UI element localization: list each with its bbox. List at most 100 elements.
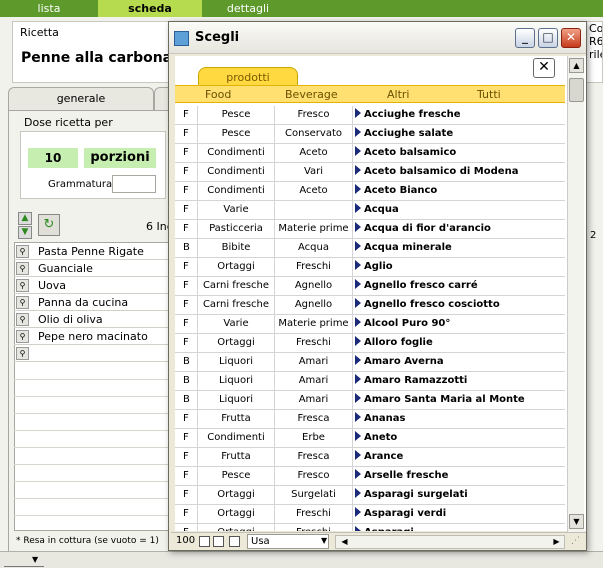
scroll-left-icon[interactable]: ◀	[338, 536, 351, 548]
table-row[interactable]: B Liquori Amari Amaro Santa Maria al Monte	[175, 391, 565, 410]
maximize-icon[interactable]: □	[538, 28, 558, 48]
footer-select[interactable]: Usa	[247, 534, 329, 549]
table-row[interactable]: ⚲ Pasta Penne Rigate	[14, 243, 174, 260]
row-product-name[interactable]: Arance	[353, 448, 565, 466]
row-product-name[interactable]: Acciughe fresche	[353, 106, 565, 124]
category-altri[interactable]: Altri	[387, 88, 409, 101]
row-type: F	[175, 505, 198, 523]
magnifier-icon[interactable]: ⚲	[16, 262, 29, 275]
move-up-icon[interactable]: ▲	[18, 212, 32, 225]
table-row[interactable]: ⚲	[14, 345, 174, 362]
table-row[interactable]: F Pesce Fresco Acciughe fresche	[175, 106, 565, 125]
table-row[interactable]: F Condimenti Vari Aceto balsamico di Modena	[175, 163, 565, 182]
tab-dettagli[interactable]: dettagli	[202, 0, 294, 17]
move-down-icon[interactable]: ▼	[18, 226, 32, 239]
row-product-name[interactable]: Ananas	[353, 410, 565, 428]
chevron-down-icon[interactable]: ▼	[321, 536, 327, 545]
row-product-name[interactable]: Aceto Bianco	[353, 182, 565, 200]
table-row[interactable]: F Pesce Conservato Acciughe salate	[175, 125, 565, 144]
zoom-level[interactable]: 100	[176, 535, 195, 546]
zoom-in-icon[interactable]	[213, 536, 224, 547]
tab-generale[interactable]: generale	[8, 87, 154, 111]
row-product-name[interactable]: Amaro Averna	[353, 353, 565, 371]
row-product-name[interactable]: Aglio	[353, 258, 565, 276]
table-row[interactable]: F Ortaggi Freschi Asparagi verdi	[175, 505, 565, 524]
table-row[interactable]: F Ortaggi Surgelati Asparagi surgelati	[175, 486, 565, 505]
minimize-icon[interactable]: _	[515, 28, 535, 48]
row-product-name[interactable]: Aneto	[353, 429, 565, 447]
table-row[interactable]: F Ortaggi Freschi Aglio	[175, 258, 565, 277]
magnifier-icon[interactable]: ⚲	[16, 296, 29, 309]
table-row[interactable]: B Bibite Acqua Acqua minerale	[175, 239, 565, 258]
table-row[interactable]: ⚲ Olio di oliva	[14, 311, 174, 328]
table-row[interactable]: F Pesce Fresco Arselle fresche	[175, 467, 565, 486]
row-product-name[interactable]: Asparagi verdi	[353, 505, 565, 523]
table-row[interactable]: B Liquori Amari Amaro Ramazzotti	[175, 372, 565, 391]
row-product-name[interactable]: Acqua minerale	[353, 239, 565, 257]
row-product-name[interactable]: Amaro Ramazzotti	[353, 372, 565, 390]
table-row[interactable]: F Varie Acqua	[175, 201, 565, 220]
table-row[interactable]: F Ortaggi Freschi Alloro foglie	[175, 334, 565, 353]
magnifier-icon[interactable]: ⚲	[16, 347, 29, 360]
table-row[interactable]: ⚲ Guanciale	[14, 260, 174, 277]
table-row[interactable]: F Frutta Fresca Arance	[175, 448, 565, 467]
close-icon[interactable]: ✕	[561, 28, 581, 48]
row-product-name[interactable]: Arselle fresche	[353, 467, 565, 485]
row-product-name[interactable]: Alloro foglie	[353, 334, 565, 352]
row-product-name[interactable]: Amaro Santa Maria al Monte	[353, 391, 565, 409]
row-product-name[interactable]: Alcool Puro 90°	[353, 315, 565, 333]
horizontal-scrollbar[interactable]: ◀ ▶	[335, 535, 565, 549]
resize-grip-icon[interactable]: ⋰	[571, 536, 583, 548]
table-row[interactable]: ⚲ Pepe nero macinato	[14, 328, 174, 345]
scroll-thumb[interactable]	[569, 78, 584, 102]
category-tutti[interactable]: Tutti	[477, 88, 501, 101]
panel-close-button[interactable]: ✕	[533, 58, 555, 78]
magnifier-icon[interactable]: ⚲	[16, 279, 29, 292]
table-row[interactable]: F Carni fresche Agnello Agnello fresco cosc…	[175, 296, 565, 315]
table-row[interactable]: ⚲ Panna da cucina	[14, 294, 174, 311]
table-row[interactable]: F Varie Materie prime Alcool Puro 90°	[175, 315, 565, 334]
row-product-name[interactable]: Acciughe salate	[353, 125, 565, 143]
row-product-name[interactable]: Aceto balsamico di Modena	[353, 163, 565, 181]
vertical-scrollbar[interactable]: ▲ ▼	[567, 56, 584, 532]
table-row[interactable]: B Liquori Amari Amaro Averna	[175, 353, 565, 372]
table-row[interactable]: FOrtaggiFreschi Asparagi ...	[175, 524, 565, 531]
row-product-name[interactable]: Asparagi ...	[353, 524, 565, 531]
grammatura-input[interactable]	[112, 175, 156, 193]
magnifier-icon[interactable]: ⚲	[16, 313, 29, 326]
zoom-out-icon[interactable]	[199, 536, 210, 547]
tab-lista[interactable]: lista	[0, 0, 98, 17]
row-product-name[interactable]: Acqua	[353, 201, 565, 219]
table-row[interactable]: F Condimenti Aceto Aceto Bianco	[175, 182, 565, 201]
scroll-right-icon[interactable]: ▶	[550, 536, 563, 548]
ricetta-name[interactable]: Penne alla carbonara	[21, 50, 188, 66]
row-food-category: Ortaggi	[198, 258, 275, 276]
row-product-name[interactable]: Agnello fresco carré	[353, 277, 565, 295]
magnifier-icon[interactable]: ⚲	[16, 245, 29, 258]
row-product-name[interactable]: Aceto balsamico	[353, 144, 565, 162]
row-product-name[interactable]: Acqua di fior d'arancio	[353, 220, 565, 238]
magnifier-icon[interactable]: ⚲	[16, 330, 29, 343]
category-food[interactable]: Food	[205, 88, 231, 101]
table-row[interactable]: F Pasticceria Materie prime Acqua di fior d…	[175, 220, 565, 239]
tab-scheda[interactable]: scheda	[98, 0, 202, 17]
chevron-down-icon[interactable]: ▼	[32, 555, 38, 564]
row-product-name[interactable]: Asparagi surgelati	[353, 486, 565, 504]
scroll-down-icon[interactable]: ▼	[569, 514, 584, 529]
row-subcategory: Amari	[275, 372, 353, 390]
product-name-text: Aneto	[364, 432, 398, 443]
table-row[interactable]: ⚲ Uova	[14, 277, 174, 294]
table-row[interactable]: F Condimenti Aceto Aceto balsamico	[175, 144, 565, 163]
table-row[interactable]: F Frutta Fresca Ananas	[175, 410, 565, 429]
refresh-icon[interactable]: ↻	[38, 214, 60, 236]
row-type: B	[175, 239, 198, 257]
table-row[interactable]: F Condimenti Erbe Aneto	[175, 429, 565, 448]
table-row[interactable]: F Carni fresche Agnello Agnello fresco carr…	[175, 277, 565, 296]
scroll-up-icon[interactable]: ▲	[569, 58, 584, 73]
portions-input[interactable]: 10	[28, 148, 78, 168]
tab-prodotti[interactable]: prodotti	[198, 67, 298, 87]
row-product-name[interactable]: Agnello fresco cosciotto	[353, 296, 565, 314]
category-beverage[interactable]: Beverage	[285, 88, 338, 101]
page-view-icon[interactable]	[229, 536, 240, 547]
dialog-titlebar[interactable]: Scegli _ □ ✕	[169, 22, 586, 54]
